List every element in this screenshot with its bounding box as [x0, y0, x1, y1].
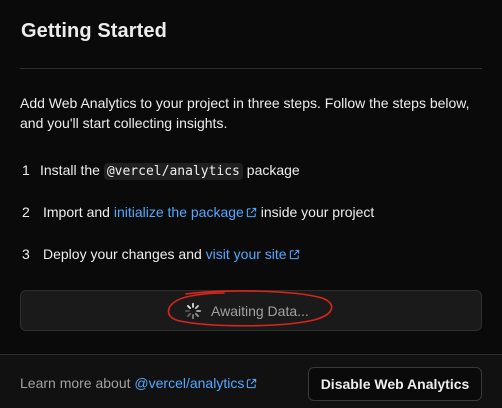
step-text: Deploy your changes and	[43, 246, 206, 262]
external-link-icon	[289, 249, 299, 260]
step-3: 3 Deploy your changes and visit your site	[22, 244, 300, 264]
learn-more-text: Learn more about @vercel/analytics	[20, 375, 257, 391]
vercel-analytics-docs-link[interactable]: @vercel/analytics	[134, 375, 257, 391]
awaiting-data-box: Awaiting Data...	[20, 290, 482, 331]
awaiting-data-label: Awaiting Data...	[211, 303, 309, 319]
visit-site-link[interactable]: visit your site	[206, 246, 300, 262]
awaiting-data-status: Awaiting Data...	[184, 302, 309, 320]
card-title: Getting Started	[21, 20, 167, 42]
learn-more-prefix: Learn more about	[20, 375, 135, 391]
getting-started-card: Getting Started Add Web Analytics to you…	[0, 0, 502, 408]
step-text: Import and	[43, 204, 114, 220]
step-text: inside your project	[256, 204, 375, 220]
initialize-package-link[interactable]: initialize the package	[114, 204, 257, 220]
spinner-icon	[184, 302, 202, 320]
step-text: Install the	[40, 162, 104, 178]
card-footer: Learn more about @vercel/analytics Disab…	[0, 354, 502, 408]
step-number: 3	[22, 246, 30, 262]
step-number: 1	[22, 162, 30, 178]
intro-text: Add Web Analytics to your project in thr…	[20, 95, 470, 131]
divider	[20, 68, 482, 69]
link-label: visit your site	[205, 246, 287, 262]
link-label: initialize the package	[113, 204, 244, 220]
package-code: @vercel/analytics	[103, 163, 243, 180]
disable-web-analytics-button[interactable]: Disable Web Analytics	[308, 367, 482, 401]
link-label: @vercel/analytics	[134, 375, 245, 391]
external-link-icon	[246, 207, 256, 218]
step-text: package	[242, 162, 300, 178]
step-1: 1 Install the @vercel/analytics package	[22, 160, 300, 182]
step-number: 2	[22, 204, 30, 220]
external-link-icon	[247, 378, 257, 389]
step-2: 2 Import and initialize the package insid…	[22, 202, 374, 222]
